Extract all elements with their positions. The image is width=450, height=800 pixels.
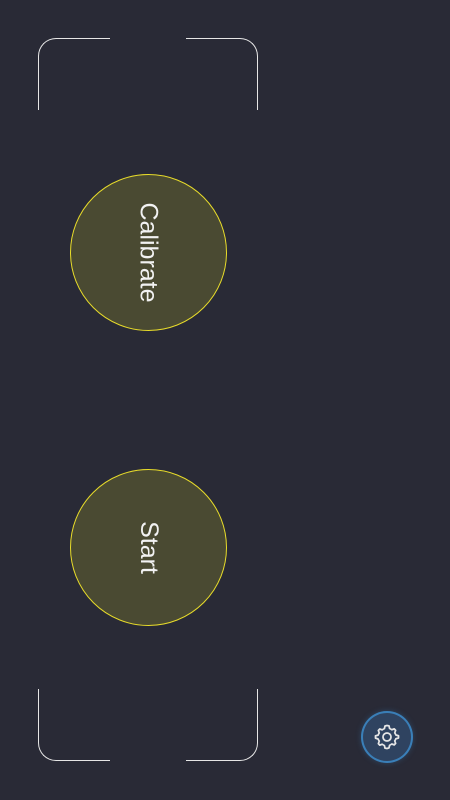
viewfinder-corner-top-right xyxy=(186,38,258,110)
start-button[interactable]: Start xyxy=(70,469,227,626)
gear-icon xyxy=(374,724,400,750)
viewfinder-corner-bottom-left xyxy=(38,689,110,761)
settings-button[interactable] xyxy=(361,711,413,763)
camera-screen: Calibrate Start xyxy=(0,0,450,800)
viewfinder-corner-bottom-right xyxy=(186,689,258,761)
start-button-label: Start xyxy=(134,521,163,574)
calibrate-button-label: Calibrate xyxy=(135,202,163,303)
calibrate-button[interactable]: Calibrate xyxy=(70,174,227,331)
viewfinder-corner-top-left xyxy=(38,38,110,110)
